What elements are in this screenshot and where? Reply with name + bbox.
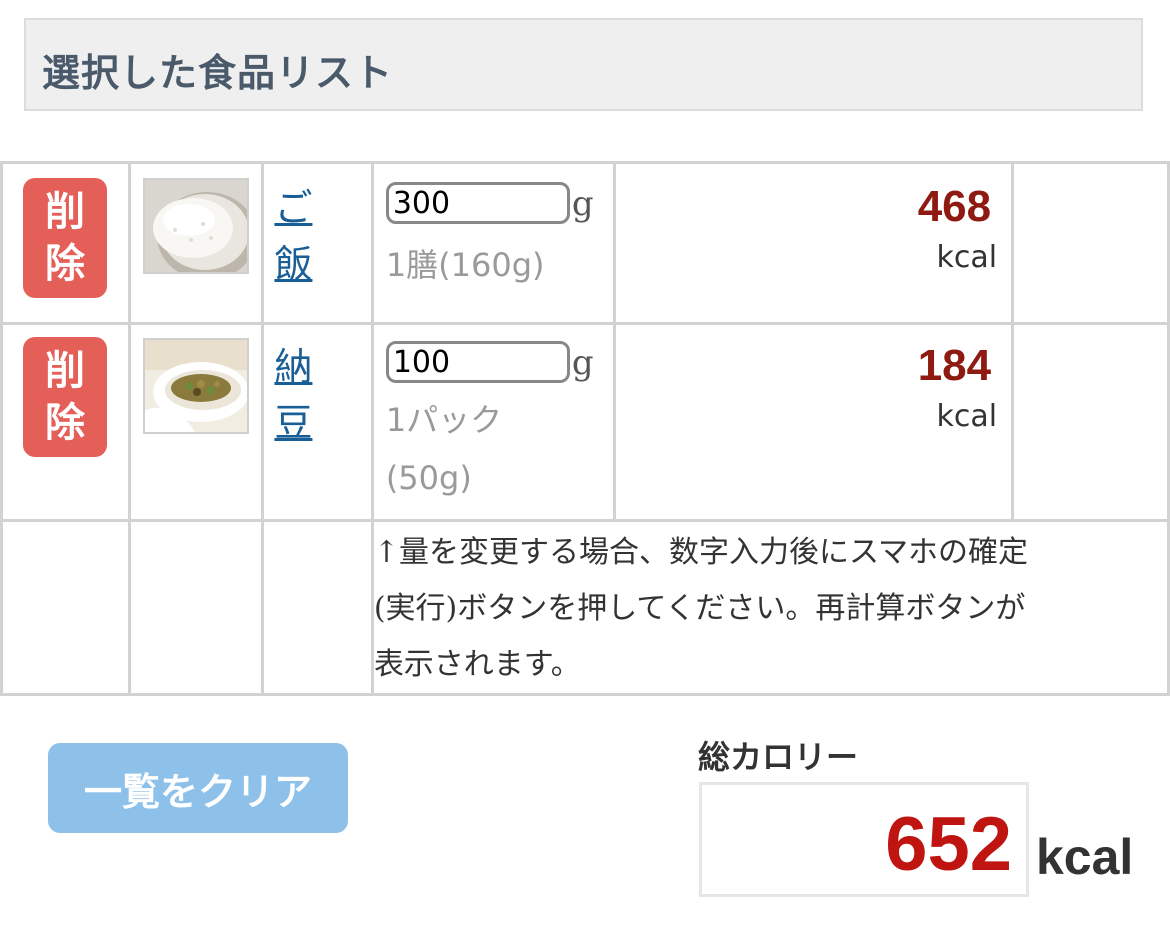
unit-label: g — [571, 184, 594, 224]
name-cell: ご 飯 — [261, 161, 374, 325]
quantity-cell: g 1膳(160g) — [370, 161, 616, 325]
delete-label: 削 — [45, 189, 85, 235]
note-line: (実行)ボタンを押してください。再計算ボタンが — [373, 591, 1026, 626]
unit-label: g — [571, 343, 594, 383]
kcal-cell: 184 kcal — [612, 322, 1015, 522]
note-line: ↑量を変更する場合、数字入力後にスマホの確定 — [373, 535, 1029, 570]
food-name-char: 豆 — [274, 401, 313, 445]
empty-cell — [1011, 161, 1170, 325]
item-kcal-unit: kcal — [936, 240, 998, 275]
page-title: 選択した食品リスト — [42, 50, 394, 95]
portion-line: 1パック — [385, 401, 503, 439]
portion-label: 1膳(160g) — [385, 246, 545, 284]
item-kcal-unit: kcal — [936, 399, 998, 434]
food-link-rice[interactable]: ご 飯 — [274, 180, 324, 292]
natto-image — [143, 338, 250, 434]
food-name-char: 飯 — [274, 242, 313, 286]
delete-cell: 削 除 — [0, 161, 132, 325]
delete-label: 除 — [45, 241, 85, 287]
table-row: ↑量を変更する場合、数字入力後にスマホの確定 (実行)ボタンを押してください。再… — [0, 519, 1170, 696]
note-cell: ↑量を変更する場合、数字入力後にスマホの確定 (実行)ボタンを押してください。再… — [370, 519, 1170, 696]
table-row: 削 除 納 豆 100 g 1パック (50g) 184 kcal — [0, 322, 1170, 522]
clear-list-button[interactable]: 一覧をクリア — [48, 743, 348, 833]
item-kcal-value: 184 — [917, 341, 992, 390]
food-name-char: ご — [274, 186, 313, 230]
table-row: 削 除 ご 飯 300 g 1膳(160g) 468 kcal — [0, 161, 1170, 325]
empty-cell — [128, 519, 265, 696]
image-cell — [128, 161, 265, 325]
quantity-input[interactable] — [385, 182, 570, 224]
portion-label: 1パック (50g) — [386, 391, 606, 507]
portion-line: (50g) — [385, 459, 472, 497]
total-calorie-box: 652 — [699, 782, 1029, 897]
rice-image — [143, 178, 250, 274]
food-list-table: 削 除 ご 飯 300 g 1膳(160g) 468 kcal 削 除 納 豆 … — [0, 161, 1170, 696]
delete-label: 削 — [45, 348, 85, 394]
delete-button[interactable]: 削 除 — [23, 337, 107, 457]
delete-label: 除 — [45, 400, 85, 446]
delete-button[interactable]: 削 除 — [23, 178, 107, 298]
note-line: 表示されます。 — [373, 647, 581, 682]
quantity-cell: g 1パック (50g) — [370, 322, 616, 522]
food-link-natto[interactable]: 納 豆 — [274, 339, 324, 451]
total-calorie-unit: kcal — [1036, 829, 1134, 885]
kcal-cell: 468 kcal — [612, 161, 1015, 325]
item-kcal-value: 468 — [917, 182, 992, 231]
section-header: 選択した食品リスト — [24, 18, 1143, 111]
quantity-input[interactable] — [385, 341, 570, 383]
total-calorie-value: 652 — [885, 802, 1012, 887]
name-cell: 納 豆 — [261, 322, 374, 522]
food-name-char: 納 — [274, 345, 313, 389]
empty-cell — [261, 519, 374, 696]
delete-cell: 削 除 — [0, 322, 132, 522]
image-cell — [128, 322, 265, 522]
total-calorie-label: 総カロリー — [698, 738, 859, 776]
empty-cell — [1011, 322, 1170, 522]
empty-cell — [0, 519, 132, 696]
instruction-note: ↑量を変更する場合、数字入力後にスマホの確定 (実行)ボタンを押してください。再… — [374, 522, 1167, 693]
